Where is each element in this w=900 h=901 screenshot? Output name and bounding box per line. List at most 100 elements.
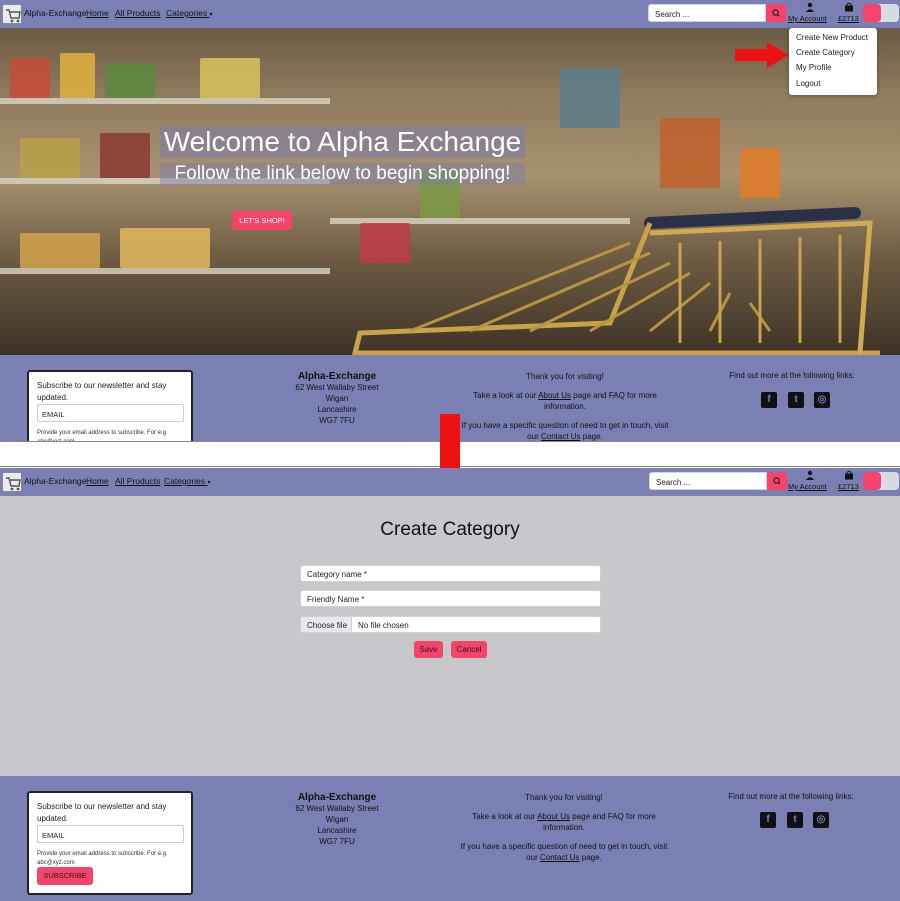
search-input[interactable]: Search ... <box>649 472 767 490</box>
bag-total-link[interactable]: £2713 <box>838 14 859 23</box>
footer-company: Alpha-Exchange <box>297 371 377 382</box>
subscribe-button[interactable]: SUBSCRIBE <box>37 867 93 885</box>
product-blur <box>20 138 80 178</box>
toggle-knob <box>863 472 881 490</box>
product-blur <box>20 233 100 268</box>
newsletter-title: Subscribe to our newsletter and stay upd… <box>37 802 167 823</box>
nav-categories-link[interactable]: Categories ▾ <box>166 8 213 18</box>
cancel-button[interactable]: Cancel <box>451 641 487 658</box>
cart-logo-icon[interactable] <box>2 4 22 24</box>
red-arrow-right-icon <box>735 42 789 68</box>
product-blur <box>120 228 210 268</box>
create-category-page: Create Category Category name * Friendly… <box>0 496 900 776</box>
facebook-icon[interactable]: f <box>761 392 777 408</box>
footer-links-title: Find out more at the following links: <box>729 371 855 380</box>
chevron-down-icon: ▾ <box>207 480 211 486</box>
product-blur <box>660 118 720 188</box>
cart-logo-icon[interactable] <box>2 472 22 492</box>
menu-item-create-category[interactable]: Create Category <box>796 48 855 57</box>
footer-bottom: Subscribe to our newsletter and stay upd… <box>0 776 900 901</box>
address-line: Lancashire <box>317 405 357 414</box>
search-button[interactable] <box>767 472 787 490</box>
theme-toggle[interactable] <box>863 472 899 490</box>
newsletter-help-text: Provide your email address to subscribe.… <box>37 430 167 441</box>
page-title: Create Category <box>380 519 520 540</box>
contact-post: page. <box>582 432 603 441</box>
file-status-text: No file chosen <box>352 616 601 633</box>
newsletter-help-text: Provide your email address to subscribe.… <box>37 851 167 866</box>
search-icon <box>772 9 780 17</box>
contact-us-link[interactable]: Contact Us <box>541 432 581 441</box>
nav-categories-label: Categories <box>166 8 208 18</box>
nav-brand[interactable]: Alpha-Exchange <box>24 476 86 486</box>
menu-item-my-profile[interactable]: My Profile <box>796 63 832 72</box>
footer-contact-text: If you have a specific question of need … <box>454 841 674 863</box>
footer-address-block: Alpha-Exchange 62 West Wallaby Street Wi… <box>277 792 397 847</box>
search-button[interactable] <box>766 4 786 22</box>
chevron-down-icon: ▾ <box>209 12 213 18</box>
newsletter-email-input[interactable]: EMAIL <box>37 825 184 843</box>
newsletter-title: Subscribe to our newsletter and stay upd… <box>37 381 167 402</box>
menu-item-logout[interactable]: Logout <box>796 79 820 88</box>
save-button[interactable]: Save <box>414 641 443 658</box>
shopping-cart-image <box>351 207 880 355</box>
facebook-icon[interactable]: f <box>760 812 776 828</box>
product-blur <box>105 63 155 98</box>
category-name-input[interactable]: Category name * <box>300 565 601 582</box>
twitter-icon[interactable]: t <box>788 392 804 408</box>
menu-item-create-new-product[interactable]: Create New Product <box>796 33 868 42</box>
navbar-top: Alpha-Exchange Home All Products Categor… <box>0 0 900 28</box>
newsletter-box: Subscribe to our newsletter and stay upd… <box>27 791 193 895</box>
footer-info-block: Thank you for visiting! Take a look at o… <box>454 792 674 863</box>
nav-categories-link[interactable]: Categories ▾ <box>164 476 211 486</box>
search-icon <box>773 477 781 485</box>
footer-thanks: Thank you for visiting! <box>525 793 603 802</box>
address-line: 62 West Wallaby Street <box>295 804 379 813</box>
footer-contact-text: If you have a specific question of need … <box>455 420 675 441</box>
shopping-bag-icon <box>845 470 853 480</box>
friendly-name-input[interactable]: Friendly Name * <box>300 590 601 607</box>
user-icon <box>806 470 814 480</box>
address-line: Lancashire <box>317 826 357 835</box>
address-line: 62 West Wallaby Street <box>295 383 379 392</box>
navbar-bottom: Alpha-Exchange Home All Products Categor… <box>0 468 900 496</box>
product-blur <box>10 58 50 98</box>
newsletter-email-input[interactable]: EMAIL <box>37 404 184 422</box>
address-line: Wigan <box>325 394 349 403</box>
nav-all-products-link[interactable]: All Products <box>115 8 160 18</box>
instagram-icon[interactable]: ◎ <box>813 812 829 828</box>
footer-company: Alpha-Exchange <box>297 792 377 803</box>
nav-all-products-link[interactable]: All Products <box>115 476 160 486</box>
bag-total-link[interactable]: £2713 <box>838 482 859 491</box>
footer-about-text: Take a look at our About Us page and FAQ… <box>454 811 674 833</box>
address-line: WG7 7FU <box>319 416 355 425</box>
lets-shop-button[interactable]: LET'S SHOP! <box>232 211 292 230</box>
nav-brand[interactable]: Alpha-Exchange <box>24 8 86 18</box>
theme-toggle[interactable] <box>863 4 899 22</box>
shopping-bag-icon <box>845 2 853 12</box>
contact-post: page. <box>581 853 602 862</box>
user-icon <box>806 2 814 12</box>
account-dropdown-menu: Create New Product Create Category My Pr… <box>789 28 877 95</box>
product-blur <box>60 53 95 98</box>
footer-about-text: Take a look at our About Us page and FAQ… <box>455 390 675 412</box>
footer-links-title: Find out more at the following links: <box>728 792 854 801</box>
toggle-knob <box>863 4 881 22</box>
twitter-icon[interactable]: t <box>787 812 803 828</box>
product-blur <box>100 133 150 178</box>
product-blur <box>560 68 620 128</box>
footer-info-block: Thank you for visiting! Take a look at o… <box>455 371 675 441</box>
contact-us-link[interactable]: Contact Us <box>540 853 580 862</box>
hero-banner: Welcome to Alpha Exchange Follow the lin… <box>0 28 900 355</box>
nav-home-link[interactable]: Home <box>86 476 109 486</box>
instagram-icon[interactable]: ◎ <box>814 392 830 408</box>
nav-home-link[interactable]: Home <box>86 8 109 18</box>
newsletter-box: Subscribe to our newsletter and stay upd… <box>27 370 193 441</box>
search-input[interactable]: Search ... <box>648 4 766 22</box>
footer-address-block: Alpha-Exchange 62 West Wallaby Street Wi… <box>277 371 397 426</box>
my-account-link[interactable]: My Account <box>788 482 827 491</box>
about-us-link[interactable]: About Us <box>538 391 571 400</box>
choose-file-button[interactable]: Choose file <box>300 616 352 633</box>
my-account-link[interactable]: My Account <box>788 14 827 23</box>
about-us-link[interactable]: About Us <box>537 812 570 821</box>
